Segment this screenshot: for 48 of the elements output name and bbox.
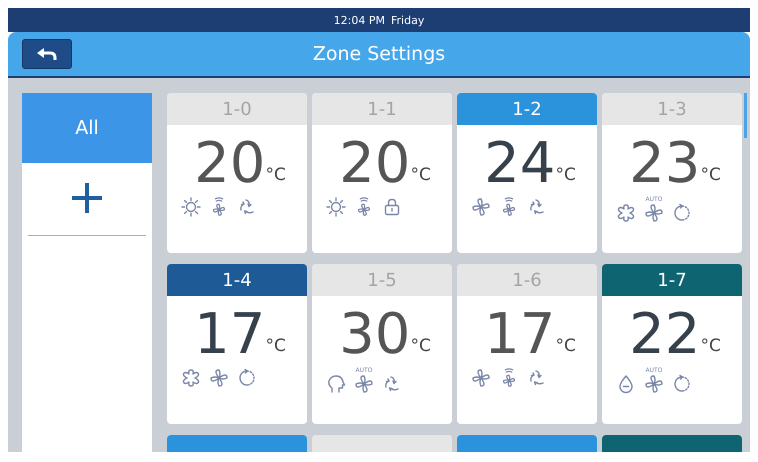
cycle-icon <box>672 374 692 394</box>
zone-label: 1-4 <box>222 270 252 290</box>
zone-label: 1-3 <box>657 98 687 120</box>
back-arrow-icon <box>36 47 58 61</box>
temperature-unit: °C <box>265 336 286 356</box>
fan-icon <box>209 368 229 388</box>
cycle-icon <box>237 368 257 388</box>
status-day: Friday <box>390 14 424 26</box>
fan-icon <box>471 368 491 388</box>
cycle-icon <box>672 203 692 223</box>
temperature-unit: °C <box>700 165 721 185</box>
temperature-unit: °C <box>410 165 431 185</box>
temperature-unit: °C <box>410 336 431 356</box>
zone-label: 1-6 <box>512 270 542 290</box>
snowflake-icon <box>616 203 636 223</box>
temperature-unit: °C <box>265 165 286 185</box>
zone-label: 1-2 <box>512 98 542 120</box>
zone-temperature: 23 <box>629 133 700 195</box>
zone-card[interactable]: 1-0 20°C <box>167 93 307 253</box>
plus-icon <box>69 180 105 216</box>
lock-icon <box>382 197 402 217</box>
head-profile-icon <box>326 374 346 394</box>
fan-icon <box>471 197 491 217</box>
zone-temperature: 20 <box>339 133 410 195</box>
sun-icon <box>181 197 201 217</box>
temperature-unit: °C <box>555 165 576 185</box>
screen-title: Zone Settings <box>312 43 446 65</box>
status-time: 12:04 PM <box>334 14 385 26</box>
zone-temperature: 22 <box>629 304 700 366</box>
zone-label: 1-0 <box>222 98 252 120</box>
zone-temperature: 17 <box>194 304 266 366</box>
zone-card[interactable]: 1-2 24°C <box>457 93 597 253</box>
zone-temperature: 17 <box>484 304 556 366</box>
zone-temperature: 30 <box>339 304 410 366</box>
sun-icon <box>326 197 346 217</box>
zone-label: 1-7 <box>657 270 687 290</box>
scrollbar-thumb[interactable] <box>744 93 747 138</box>
zone-card[interactable]: 1-1 20°C <box>312 93 452 253</box>
temperature-unit: °C <box>700 336 721 356</box>
zone-temperature: 24 <box>484 133 556 195</box>
zone-temperature: 20 <box>194 133 266 195</box>
snowflake-icon <box>181 368 201 388</box>
zone-card[interactable]: 1-6 17°C <box>457 264 597 424</box>
zone-label: 1-1 <box>367 98 397 120</box>
back-button[interactable] <box>22 39 72 69</box>
zone-label: 1-5 <box>367 270 397 290</box>
zone-card[interactable]: 1-4 17°C <box>167 264 307 424</box>
temperature-unit: °C <box>555 336 576 356</box>
